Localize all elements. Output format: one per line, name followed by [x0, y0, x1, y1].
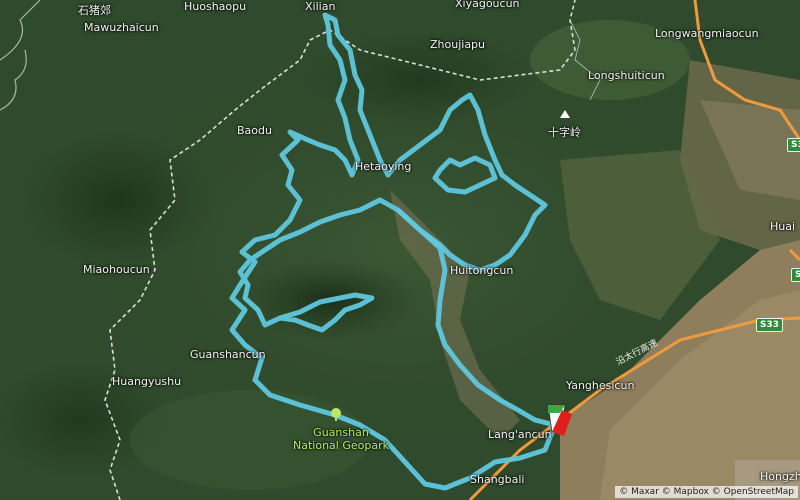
- satellite-basemap[interactable]: 沿太行高速: [0, 0, 800, 500]
- highway-shield-s3-north: S3: [787, 138, 800, 152]
- map-view[interactable]: 沿太行高速 石猪郊 Mawuzhaicun Huoshaopu Xilian X…: [0, 0, 800, 500]
- highway-shield-s33: S33: [756, 318, 784, 332]
- highway-shield-s3-edge: S3: [791, 268, 800, 282]
- map-attribution[interactable]: © Maxar © Mapbox © OpenStreetMap: [615, 486, 798, 498]
